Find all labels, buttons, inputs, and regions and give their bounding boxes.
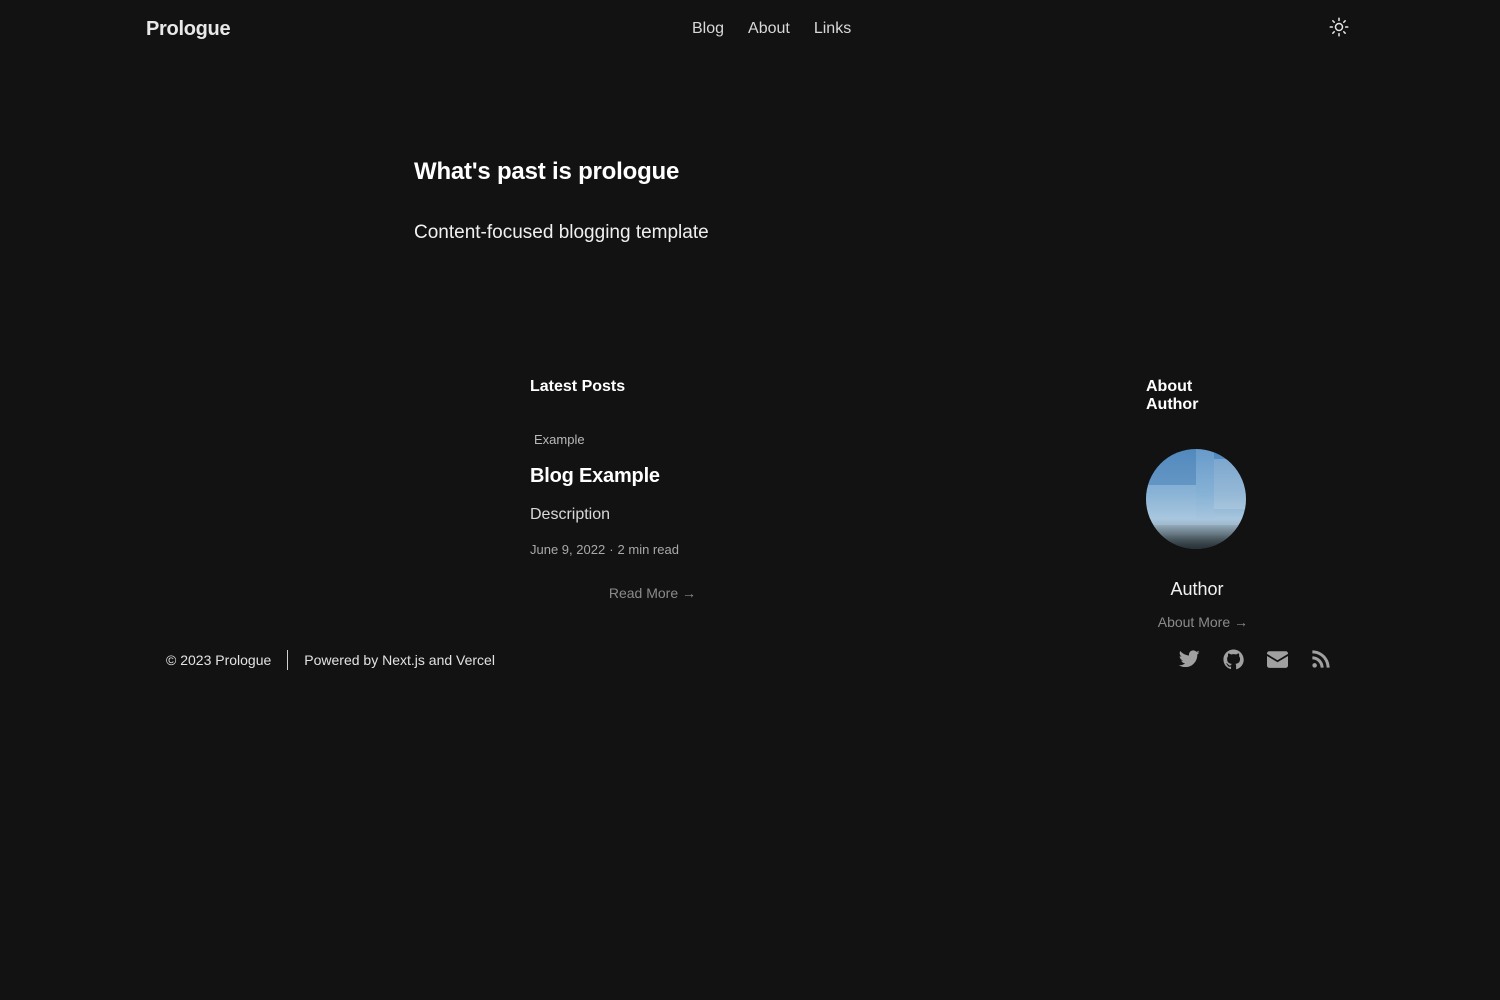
post-meta: June 9, 2022 · 2 min read bbox=[530, 542, 696, 557]
hero: What's past is prologue Content-focused … bbox=[414, 158, 709, 244]
post-description: Description bbox=[530, 506, 611, 523]
main-nav: Blog About Links bbox=[692, 20, 851, 38]
footer-divider bbox=[287, 650, 289, 670]
hero-title: What's past is prologue bbox=[414, 158, 680, 185]
github-icon bbox=[1222, 648, 1244, 669]
hero-subtitle: Content-focused blogging template bbox=[414, 222, 709, 243]
rss-link[interactable] bbox=[1310, 648, 1332, 670]
about-author-heading: About Author bbox=[1146, 378, 1199, 413]
social-links bbox=[1178, 648, 1332, 670]
post-read-time: 2 min read bbox=[617, 542, 679, 557]
sun-icon bbox=[1329, 17, 1349, 37]
post-card: Example Blog Example Description June 9,… bbox=[530, 396, 696, 601]
github-link[interactable] bbox=[1222, 648, 1244, 670]
latest-posts-section: Latest Posts Example Blog Example Descri… bbox=[530, 378, 696, 601]
avatar bbox=[1146, 449, 1246, 549]
theme-toggle-button[interactable] bbox=[1328, 16, 1350, 38]
about-author-section: About Author Author About More → bbox=[1146, 378, 1248, 630]
powered-by-text: Powered by Next.js and Vercel bbox=[304, 652, 495, 668]
copyright-text: © 2023 Prologue bbox=[166, 652, 272, 668]
latest-posts-heading: Latest Posts bbox=[530, 378, 626, 395]
rss-icon bbox=[1312, 650, 1330, 668]
meta-separator: · bbox=[609, 542, 614, 557]
author-name: Author bbox=[1170, 579, 1224, 599]
post-date: June 9, 2022 bbox=[530, 542, 606, 557]
read-more-link[interactable]: Read More → bbox=[530, 585, 696, 601]
mail-icon bbox=[1266, 650, 1288, 668]
post-title[interactable]: Blog Example bbox=[530, 465, 696, 488]
brand-logo[interactable]: Prologue bbox=[146, 18, 231, 41]
email-link[interactable] bbox=[1266, 648, 1288, 670]
twitter-link[interactable] bbox=[1178, 648, 1200, 670]
nav-item-about[interactable]: About bbox=[748, 20, 790, 38]
nav-item-links[interactable]: Links bbox=[814, 20, 851, 38]
page: Prologue Blog About Links What's past is… bbox=[0, 0, 1500, 1000]
twitter-icon bbox=[1178, 650, 1200, 668]
about-more-link[interactable]: About More → bbox=[1146, 614, 1248, 630]
post-tag[interactable]: Example bbox=[534, 432, 585, 447]
nav-item-blog[interactable]: Blog bbox=[692, 20, 724, 38]
footer-info: © 2023 Prologue Powered by Next.js and V… bbox=[166, 650, 495, 670]
